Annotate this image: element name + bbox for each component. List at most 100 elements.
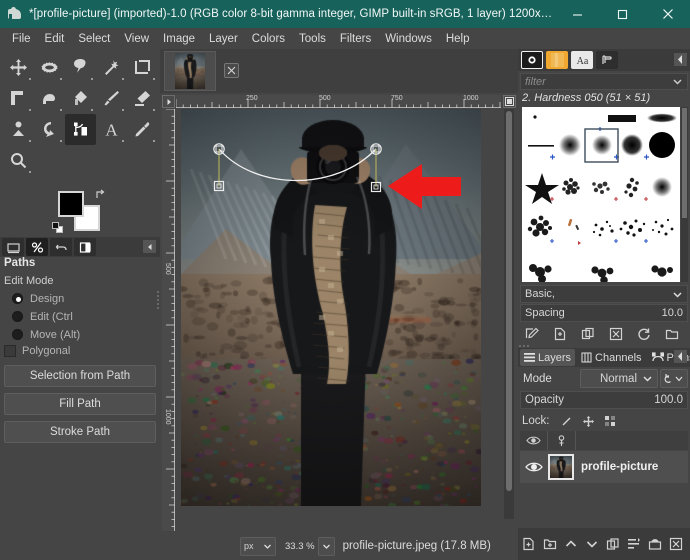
quick-mask-icon[interactable]: [503, 95, 516, 108]
reset-colors-icon[interactable]: [52, 222, 64, 234]
lock-alpha-icon[interactable]: [600, 412, 622, 430]
stroke-path-button[interactable]: Stroke Path: [4, 421, 156, 443]
raise-layer-icon[interactable]: [560, 528, 581, 560]
tab-layers[interactable]: Layers: [520, 349, 575, 366]
vertical-scrollbar[interactable]: [504, 109, 514, 519]
tool-options-tab[interactable]: [26, 238, 48, 256]
brush-scroll-thumb[interactable]: [682, 108, 687, 218]
image-tab-profile-picture[interactable]: [164, 51, 216, 91]
delete-layer-icon[interactable]: [665, 528, 686, 560]
zoom-dropdown-button[interactable]: [318, 537, 335, 556]
brush-action-buttons: [518, 324, 690, 344]
menu-file[interactable]: File: [5, 31, 38, 47]
selection-from-path-button[interactable]: Selection from Path: [4, 365, 156, 387]
swap-colors-icon[interactable]: [95, 189, 106, 200]
menu-select[interactable]: Select: [71, 31, 117, 47]
lower-layer-icon[interactable]: [581, 528, 602, 560]
perspective-tool[interactable]: [3, 83, 34, 114]
menu-colors[interactable]: Colors: [245, 31, 292, 47]
edit-mode-design[interactable]: Design: [12, 290, 152, 307]
tab-channels[interactable]: Channels: [577, 349, 645, 366]
new-layer-icon[interactable]: [518, 528, 539, 560]
move-tool[interactable]: [3, 52, 34, 83]
edit-mode-edit[interactable]: Edit (Ctrl: [12, 308, 152, 325]
fonts-tab[interactable]: Aa: [571, 51, 593, 69]
duplicate-brush-icon[interactable]: [574, 324, 602, 344]
text-tool[interactable]: A: [96, 114, 127, 145]
brush-tag-selector[interactable]: Basic,: [520, 285, 688, 303]
brush-filter-input[interactable]: filter: [520, 73, 688, 90]
delete-brush-icon[interactable]: [602, 324, 630, 344]
lock-pixels-icon[interactable]: [556, 412, 578, 430]
new-layer-group-icon[interactable]: [539, 528, 560, 560]
document-history-tab[interactable]: [596, 51, 618, 69]
fill-path-button[interactable]: Fill Path: [4, 393, 156, 415]
paths-tool[interactable]: [65, 114, 96, 145]
image-menu-icon[interactable]: [162, 95, 175, 108]
menu-help[interactable]: Help: [439, 31, 477, 47]
layers-dock-menu-button[interactable]: [674, 350, 687, 363]
images-tab[interactable]: [74, 238, 96, 256]
menu-windows[interactable]: Windows: [378, 31, 439, 47]
patterns-tab[interactable]: [546, 51, 568, 69]
zoom-selector[interactable]: 33.3 %: [282, 537, 335, 556]
vertical-ruler[interactable]: 500 1000: [162, 109, 175, 531]
duplicate-layer-icon[interactable]: [602, 528, 623, 560]
close-tab-icon[interactable]: [224, 63, 239, 78]
brush-grid[interactable]: [522, 107, 680, 282]
foreground-color-swatch[interactable]: [58, 191, 84, 217]
maximize-button[interactable]: [600, 0, 645, 28]
open-brush-folder-icon[interactable]: [658, 324, 686, 344]
paintbrush-tool[interactable]: [96, 83, 127, 114]
unit-selector[interactable]: px: [240, 537, 276, 556]
chevron-down-icon[interactable]: [672, 76, 683, 87]
eraser-tool[interactable]: [127, 83, 158, 114]
warp-transform-tool[interactable]: [34, 83, 65, 114]
table-row[interactable]: profile-picture: [520, 451, 688, 483]
bucket-fill-tool[interactable]: [65, 83, 96, 114]
vscroll-thumb[interactable]: [506, 111, 512, 491]
polygonal-option[interactable]: Polygonal: [4, 345, 70, 357]
radio-move[interactable]: [12, 329, 23, 340]
brushes-dock-menu-button[interactable]: [674, 53, 687, 66]
blend-space-icon[interactable]: [660, 369, 688, 388]
menu-edit[interactable]: Edit: [38, 31, 72, 47]
minimize-button[interactable]: [555, 0, 600, 28]
anchor-layer-icon[interactable]: [623, 528, 644, 560]
free-select-tool[interactable]: [65, 52, 96, 83]
close-button[interactable]: [645, 0, 690, 28]
layer-visibility-toggle[interactable]: [520, 461, 548, 473]
menu-filters[interactable]: Filters: [333, 31, 378, 47]
menu-layer[interactable]: Layer: [202, 31, 245, 47]
menu-tools[interactable]: Tools: [292, 31, 333, 47]
lock-position-icon[interactable]: [578, 412, 600, 430]
brushes-tab[interactable]: [521, 51, 543, 69]
new-brush-icon[interactable]: [546, 324, 574, 344]
polygonal-checkbox[interactable]: [4, 345, 16, 357]
add-layer-mask-icon[interactable]: [644, 528, 665, 560]
fuzzy-select-tool[interactable]: [96, 52, 127, 83]
device-status-tab[interactable]: [2, 238, 24, 256]
undo-history-tab[interactable]: [50, 238, 72, 256]
edit-mode-move[interactable]: Move (Alt): [12, 326, 152, 343]
menu-image[interactable]: Image: [156, 31, 202, 47]
edit-brush-icon[interactable]: [518, 324, 546, 344]
horizontal-ruler[interactable]: 250 500 750 1000: [176, 95, 501, 108]
menu-view[interactable]: View: [117, 31, 156, 47]
refresh-brushes-icon[interactable]: [630, 324, 658, 344]
opacity-slider[interactable]: Opacity 100.0: [520, 391, 688, 409]
brush-spacing-slider[interactable]: Spacing 10.0: [520, 304, 688, 322]
crop-tool[interactable]: [127, 52, 158, 83]
zoom-tool[interactable]: [3, 145, 34, 176]
canvas[interactable]: [176, 109, 501, 531]
mode-dropdown[interactable]: Normal: [580, 369, 658, 388]
radio-design[interactable]: [12, 293, 23, 304]
color-picker-tool[interactable]: [127, 114, 158, 145]
ellipse-select-tool[interactable]: [34, 52, 65, 83]
dock-menu-button[interactable]: [143, 240, 156, 253]
smudge-tool[interactable]: [3, 114, 34, 145]
radio-edit[interactable]: [12, 311, 23, 322]
clone-tool[interactable]: [34, 114, 65, 145]
image-canvas[interactable]: [181, 109, 481, 506]
brush-grid-scrollbar[interactable]: [681, 107, 688, 282]
